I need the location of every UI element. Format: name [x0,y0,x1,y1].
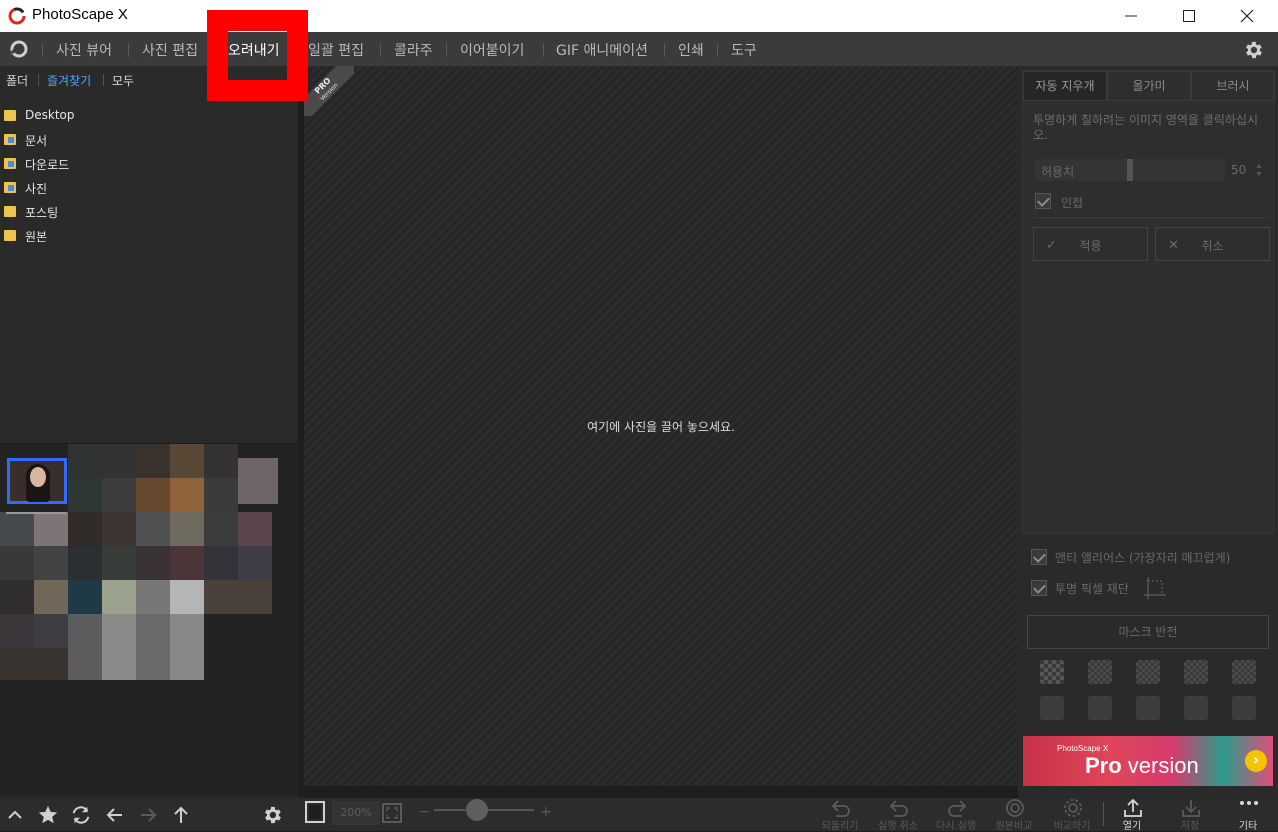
tab-folders[interactable]: 폴더 [6,72,28,89]
menu-gif-animation[interactable]: GIF 애니메이션 [556,40,648,60]
tab-all[interactable]: 모두 [112,72,134,89]
drop-canvas[interactable]: PRO Version 여기에 사진을 끌어 놓으세요. [304,66,1018,786]
promo-brand: PhotoScape X [1057,744,1109,753]
stepper-arrows-icon[interactable] [1255,163,1263,177]
compare-button[interactable]: 비교하기 [1046,798,1098,832]
crop-transparent-checkbox[interactable] [1031,580,1047,596]
settings-gear-icon[interactable] [1242,39,1264,61]
menu-print[interactable]: 인쇄 [678,40,704,60]
cancel-button[interactable]: ✕ 취소 [1155,227,1270,261]
slider-knob[interactable] [1127,159,1133,181]
zoom-knob[interactable] [466,799,488,821]
instruction-text: 투명하게 칠하려는 이미지 영역을 클릭하십시오. [1033,113,1259,142]
drop-hint-text: 여기에 사진을 끌어 놓으세요. [587,420,735,434]
highlight-box [207,10,308,101]
open-button[interactable]: 열기 [1106,798,1158,832]
undo-icon [889,800,908,817]
minimize-button[interactable] [1102,0,1160,32]
crop-icon [1144,577,1166,599]
window-title: PhotoScape X [32,6,128,23]
transparent-swatch[interactable] [1040,660,1064,684]
tab-auto-eraser[interactable]: 자동 지우개 [1023,71,1107,101]
tolerance-label: 허용치 [1041,165,1075,179]
adjacent-label: 인접 [1061,196,1084,210]
crop-transparent-label: 투명 픽셀 재단 [1055,582,1129,596]
adjacent-checkbox[interactable] [1035,193,1051,209]
tab-brush[interactable]: 브러시 [1191,71,1275,101]
close-icon [1240,9,1254,23]
color-swatch[interactable] [1136,696,1160,720]
tab-favorites[interactable]: 즐겨찾기 [47,72,91,89]
documents-folder-icon [4,134,16,145]
checker-swatch[interactable] [1184,660,1208,684]
compare-original-icon [1006,799,1024,817]
checker-swatch[interactable] [1232,660,1256,684]
app-home-icon[interactable] [8,39,30,59]
main-menu-bar: 사진 뷰어 사진 편집 오려내기 일괄 편집 콜라주 이어붙이기 GIF 애니메… [0,32,1278,66]
folder-icon [4,110,16,121]
pro-version-ribbon: PRO Version [304,66,354,116]
redo-icon [948,800,967,817]
promo-version: version [1121,753,1199,778]
more-dots-icon [1240,801,1258,805]
compare-icon [1064,799,1082,817]
arrow-right-icon: › [1245,750,1267,772]
minimize-icon [1125,15,1137,17]
cutout-tools-panel: 자동 지우개 올가미 브러시 투명하게 칠하려는 이미지 영역을 클릭하십시오.… [1018,66,1278,798]
antialias-checkbox[interactable] [1031,549,1047,565]
menu-tools[interactable]: 도구 [731,40,757,60]
revert-button[interactable]: 되돌리기 [814,798,866,832]
zoom-in-button[interactable]: + [540,804,552,820]
menu-photo-viewer[interactable]: 사진 뷰어 [56,40,112,60]
tab-lasso[interactable]: 올가미 [1107,71,1191,101]
pro-version-banner[interactable]: PhotoScape X Pro version › [1023,736,1273,786]
tool-options-box: 자동 지우개 올가미 브러시 투명하게 칠하려는 이미지 영역을 클릭하십시오.… [1022,70,1275,534]
tolerance-value[interactable]: 50 [1231,163,1246,177]
bottom-toolbar: 200% − + 되돌리기 실행 취소 다시 실행 원본비교 비교하기 열기 저… [0,798,1278,832]
revert-icon [831,800,850,817]
more-button[interactable]: 기타 [1222,798,1274,832]
folder-icon [4,206,16,217]
apply-button[interactable]: ✓ 적용 [1033,227,1148,261]
menu-batch-editor[interactable]: 일괄 편집 [308,40,364,60]
menu-combine[interactable]: 이어붙이기 [460,40,524,60]
menu-photo-editor[interactable]: 사진 편집 [142,40,198,60]
save-button[interactable]: 저장 [1164,798,1216,832]
redo-button[interactable]: 다시 실행 [930,798,982,832]
color-swatch[interactable] [1088,696,1112,720]
color-swatch[interactable] [1184,696,1208,720]
color-swatch[interactable] [1232,696,1256,720]
divider [1033,217,1269,218]
promo-pro: Pro [1085,753,1122,778]
maximize-button[interactable] [1160,0,1218,32]
pictures-folder-icon [4,182,16,193]
checker-swatch[interactable] [1136,660,1160,684]
checker-swatch[interactable] [1088,660,1112,684]
zoom-slider[interactable] [0,798,560,831]
color-swatch[interactable] [1040,696,1064,720]
maximize-icon [1183,10,1195,22]
downloads-folder-icon [4,158,16,169]
invert-mask-button[interactable]: 마스크 반전 [1027,615,1269,649]
menu-collage[interactable]: 콜라주 [394,40,433,60]
photoscape-logo-icon [8,7,26,25]
close-button[interactable] [1218,0,1276,32]
save-download-icon [1182,800,1200,817]
undo-button[interactable]: 실행 취소 [872,798,924,832]
selected-thumbnail[interactable] [7,458,67,504]
folder-icon [4,230,16,241]
antialias-label: 앤티 앨리어스 (가장자리 매끄럽게) [1055,551,1231,565]
title-bar: PhotoScape X [0,0,1278,32]
compare-original-button[interactable]: 원본비교 [988,798,1040,832]
open-upload-icon [1124,798,1142,817]
